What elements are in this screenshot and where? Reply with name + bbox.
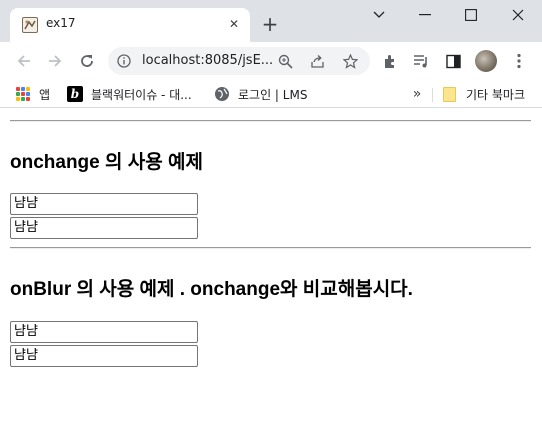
bookmark-blackwater[interactable]: b 블랙워터이슈 - 대... xyxy=(67,85,192,103)
browser-tab[interactable]: ex17 ✕ xyxy=(10,8,250,42)
globe-icon xyxy=(214,86,230,102)
text-input[interactable]: 냠냠 xyxy=(10,217,198,239)
media-icon[interactable] xyxy=(411,51,431,71)
zoom-icon[interactable] xyxy=(276,52,294,70)
section-heading-onchange: onchange 의 사용 예제 xyxy=(10,152,203,173)
url-text[interactable]: localhost:8085/jsE... xyxy=(142,53,273,68)
text-input[interactable]: 냠냠 xyxy=(10,345,198,367)
horizontal-rule xyxy=(10,247,531,249)
close-icon[interactable]: ✕ xyxy=(225,15,243,33)
section-heading-onblur: onBlur 의 사용 예제 . onchange와 비교해봅시다. xyxy=(10,279,413,300)
title-bar: ex17 ✕ + xyxy=(0,0,542,42)
star-icon[interactable] xyxy=(341,52,359,70)
b-logo-icon: b xyxy=(67,86,83,102)
minimize-icon[interactable] xyxy=(412,4,438,26)
text-input[interactable]: 냠냠 xyxy=(10,193,198,215)
browser-toolbar: localhost:8085/jsE... xyxy=(0,42,542,80)
site-info-icon[interactable] xyxy=(116,53,132,69)
bookmarks-bar: 앱 b 블랙워터이슈 - 대... 로그인 | LMS » 기타 북마크 xyxy=(0,80,542,108)
bookmark-label: 로그인 | LMS xyxy=(238,87,308,102)
plus-icon[interactable]: + xyxy=(259,13,281,35)
more-bookmarks-button[interactable]: » xyxy=(409,85,425,103)
bookmark-divider xyxy=(432,88,433,102)
page-content: onchange 의 사용 예제 냠냠 냠냠 onBlur 의 사용 예제 . … xyxy=(0,109,542,448)
text-input[interactable]: 냠냠 xyxy=(10,321,198,343)
window-close-icon[interactable] xyxy=(505,4,531,26)
other-bookmarks[interactable]: 기타 북마크 xyxy=(443,85,525,103)
bookmark-label: 앱 xyxy=(39,87,51,102)
tab-title: ex17 xyxy=(46,16,76,30)
horizontal-rule xyxy=(10,120,531,122)
address-bar[interactable]: localhost:8085/jsE... xyxy=(108,47,370,75)
folder-icon xyxy=(443,86,456,102)
extensions-icon[interactable] xyxy=(380,51,400,71)
avatar[interactable] xyxy=(475,50,497,72)
kebab-menu-icon[interactable] xyxy=(509,51,529,71)
reload-icon[interactable] xyxy=(75,49,99,73)
bookmark-apps[interactable]: 앱 xyxy=(15,85,50,103)
share-icon[interactable] xyxy=(308,52,326,70)
maximize-icon[interactable] xyxy=(458,4,484,26)
chevron-down-icon[interactable] xyxy=(366,4,392,26)
side-panel-icon[interactable] xyxy=(443,51,463,71)
back-arrow-icon[interactable] xyxy=(12,49,36,73)
forward-arrow-icon[interactable] xyxy=(43,49,67,73)
bookmark-label: 블랙워터이슈 - 대... xyxy=(91,87,192,102)
apps-grid-icon xyxy=(15,86,31,102)
other-bookmarks-label: 기타 북마크 xyxy=(466,87,526,102)
bookmark-login-lms[interactable]: 로그인 | LMS xyxy=(214,85,307,103)
tab-favicon-icon xyxy=(22,17,38,33)
